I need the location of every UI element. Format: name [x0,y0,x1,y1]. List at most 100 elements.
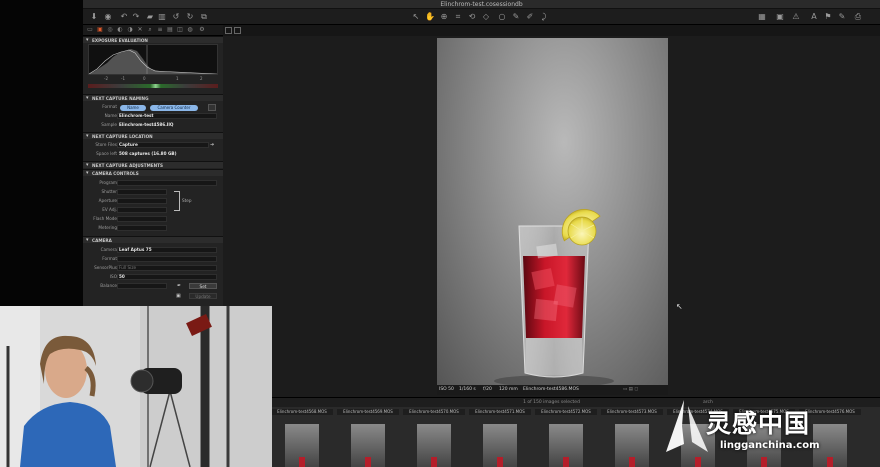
capture-tab-icon[interactable]: ▣ [96,26,104,34]
viewer-header [223,25,880,36]
window-title: Elinchrom-test.cosessiondb [440,1,523,8]
exposure-meter [88,84,218,88]
grid-icon[interactable]: ▦ [757,12,767,22]
sensorplus-value: Full Size [119,265,137,270]
arrow-right-icon[interactable]: ➜ [210,141,214,149]
viewer-icon[interactable]: ▣ [775,12,785,22]
filmstrip-thumb[interactable]: Elinchrom-test4569.MOS [337,407,399,467]
folder-icon[interactable]: ▰ [145,12,155,22]
iso-select[interactable] [117,274,217,280]
ev-adj-select[interactable] [117,207,167,213]
thumb-glass [299,457,305,467]
histogram-graph [88,45,218,75]
rotate-tool-icon[interactable]: ⟲ [467,12,477,22]
batch-tab-icon[interactable]: ◍ [186,26,194,34]
camera-icon[interactable]: ◉ [103,12,113,22]
camera-format-label: Format [102,256,117,261]
exposure-tab-icon[interactable]: ◑ [126,26,134,34]
shutter-select[interactable] [117,189,167,195]
redo-icon[interactable]: ↻ [185,12,195,22]
iso-row: ISO 50 [83,273,223,281]
color-tab-icon[interactable]: ◐ [116,26,124,34]
iso-value: 50 [119,274,125,279]
multi-view-icon[interactable] [234,27,241,34]
adjustments-tab-icon[interactable]: ≡ [156,26,164,34]
histogram-axis: -2 -1 0 1 2 [88,75,218,83]
warning-icon[interactable]: ⚠ [791,12,801,22]
camera-controls-header[interactable]: CAMERA CONTROLS [83,169,223,177]
capture-camera-icon[interactable]: ▣ [176,292,181,300]
lens-tab-icon[interactable]: ◎ [106,26,114,34]
aperture-select[interactable] [117,198,167,204]
next-capture-adjustments-header[interactable]: NEXT CAPTURE ADJUSTMENTS [83,161,223,169]
local-adjust-tab-icon[interactable]: ⌕ [146,26,154,34]
pointer-tool-icon[interactable]: ↖ [411,12,421,22]
camera-value: Leaf Aptus 75 [119,247,152,252]
thumb-name: Elinchrom-test4572.MOS [535,409,597,415]
trash-icon[interactable]: ▥ [157,12,167,22]
filmstrip-thumb[interactable]: Elinchrom-test4570.MOS [403,407,465,467]
settings-tab-icon[interactable]: ⚙ [198,26,206,34]
axis-tick: 1 [176,76,179,81]
import-icon[interactable]: ⬇ [89,12,99,22]
crop-tool-icon[interactable]: ⌗ [453,12,463,22]
camera-format-select[interactable] [117,256,217,262]
camera-header[interactable]: CAMERA [83,236,223,244]
text-icon[interactable]: A [809,12,819,22]
store-files-label: Store Files [95,142,117,147]
annotate-tool-icon[interactable]: ⤸ [539,12,549,22]
filmstrip-thumb[interactable]: Elinchrom-test4573.MOS [601,407,663,467]
info-aperture: f/20 [483,387,492,392]
flash-mode-select[interactable] [117,216,167,222]
next-capture-location-header[interactable]: NEXT CAPTURE LOCATION [83,132,223,140]
set-button[interactable]: Set [189,283,217,289]
metering-label: Metering [98,225,117,230]
metering-select[interactable] [117,225,167,231]
pen-icon[interactable]: ✎ [837,12,847,22]
exposure-evaluation-header[interactable]: EXPOSURE EVALUATION [83,36,223,44]
thumb-name: Elinchrom-test4570.MOS [403,409,465,415]
shutter-row: Shutter [83,188,223,196]
zoom-tool-icon[interactable]: ⊕ [439,12,449,22]
metering-row: Metering [83,224,223,232]
undo-icon[interactable]: ↺ [171,12,181,22]
filmstrip-thumb[interactable]: Elinchrom-test4572.MOS [535,407,597,467]
format-edit-button[interactable] [208,104,216,111]
eyedropper-icon[interactable]: ✒ [177,282,181,290]
main-photo[interactable] [437,38,668,385]
thumb-name: Elinchrom-test4571.MOS [469,409,531,415]
thumb-name: Elinchrom-test4569.MOS [337,409,399,415]
library-tab-icon[interactable]: ▭ [86,26,94,34]
balance-select[interactable] [117,283,167,289]
brush-tool-icon[interactable]: ✎ [511,12,521,22]
single-view-icon[interactable] [225,27,232,34]
format-token-camera-counter[interactable]: Camera Counter [150,105,198,111]
camera-row: Camera Leaf Aptus 75 [83,246,223,254]
space-left-value: 508 captures (16.80 GB) [119,151,177,156]
filmstrip-thumb[interactable]: Elinchrom-test4568.MOS [271,407,333,467]
axis-tick: -2 [104,76,108,81]
rotate-left-icon[interactable]: ↶ [119,12,129,22]
presenter-webcam-inset [0,306,272,467]
keystone-tool-icon[interactable]: ◇ [481,12,491,22]
filmstrip-thumb[interactable]: Elinchrom-test4571.MOS [469,407,531,467]
info-options-icon[interactable]: ▭ ▤ ◻ [623,385,638,395]
spot-tool-icon[interactable]: ○ [497,12,507,22]
rotate-right-icon[interactable]: ↷ [131,12,141,22]
update-button[interactable]: Update [189,293,217,299]
sample-value: Elinchrom-test4586.IIQ [119,122,174,127]
details-tab-icon[interactable]: ✕ [136,26,144,34]
flag-icon[interactable]: ⚑ [823,12,833,22]
output-tab-icon[interactable]: ◫ [176,26,184,34]
next-capture-naming-header[interactable]: NEXT CAPTURE NAMING [83,94,223,102]
format-label: Format [102,104,117,109]
metadata-tab-icon[interactable]: ▤ [166,26,174,34]
pan-tool-icon[interactable]: ✋ [425,12,435,22]
exposure-histogram [88,44,218,75]
thumb-name: Elinchrom-test4568.MOS [271,409,333,415]
program-select[interactable] [117,180,217,186]
format-token-name[interactable]: Name [120,105,146,111]
picker-tool-icon[interactable]: ✐ [525,12,535,22]
print-icon[interactable]: ⎙ [853,12,863,22]
copy-icon[interactable]: ⧉ [199,12,209,22]
